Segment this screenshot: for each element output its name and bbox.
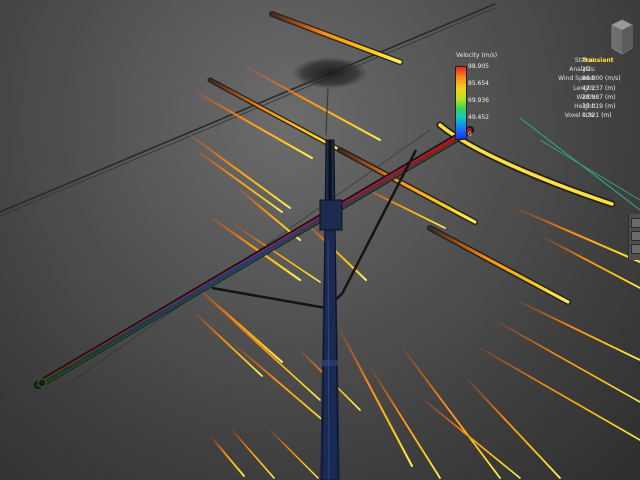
toolbar-button[interactable] (631, 218, 640, 228)
legend-tick-3: 69.936 (468, 97, 489, 104)
legend-color-bar (455, 66, 467, 140)
side-toolbar[interactable] (628, 214, 640, 260)
info-value: 0.321 (m) (582, 112, 612, 120)
turbulence-cloud (292, 57, 368, 89)
velocity-legend: Velocity (m/s) 98.905 85.654 69.936 49.4… (453, 50, 513, 145)
legend-tick-2: 85.654 (468, 80, 489, 87)
info-row-height: Height: 35.019 (m) (520, 102, 640, 111)
legend-tick-4: 49.452 (468, 114, 489, 121)
simulation-viewport[interactable]: Velocity (m/s) 98.905 85.654 69.936 49.4… (0, 0, 640, 480)
info-row-voxel-size: Voxel size: 0.321 (m) (520, 111, 640, 120)
info-row-analysis: Analysis: 2D (520, 65, 640, 74)
info-value: 47.237 (m) (582, 84, 616, 92)
legend-tick-max: 98.905 (468, 63, 489, 70)
info-value: 26.987 (m) (582, 93, 616, 101)
info-value: 88.000 (m/s) (582, 75, 621, 83)
info-value: 35.019 (m) (582, 102, 616, 110)
info-row-width: Width: 26.987 (m) (520, 93, 640, 102)
status-value: Transient (582, 57, 614, 64)
view-cube-icon[interactable] (610, 18, 634, 58)
legend-title: Velocity (m/s) (456, 52, 498, 59)
info-row-wind-speed: Wind Speed: 88.000 (m/s) (520, 74, 640, 83)
cross-arm (34, 126, 474, 389)
legend-tick-min: 0 (468, 131, 472, 138)
toolbar-button[interactable] (631, 244, 640, 254)
toolbar-button[interactable] (631, 231, 640, 241)
simulation-info-panel: Status: Transient Analysis: 2D Wind Spee… (520, 56, 640, 120)
info-row-length: Length: 47.237 (m) (520, 84, 640, 93)
info-value: 2D (582, 66, 591, 74)
utility-pole (319, 139, 343, 480)
